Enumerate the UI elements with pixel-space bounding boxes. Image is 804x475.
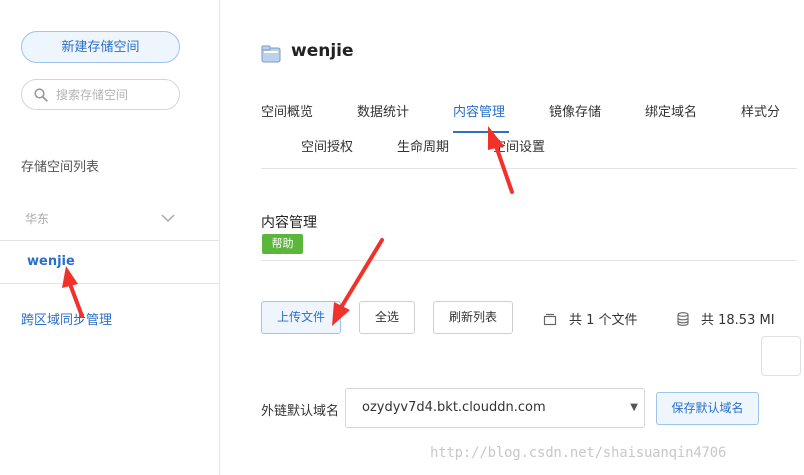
active-tab-indicator xyxy=(453,131,509,133)
tab-lifecycle[interactable]: 生命周期 xyxy=(397,136,449,155)
refresh-list-button[interactable]: 刷新列表 xyxy=(433,301,513,334)
database-icon xyxy=(677,311,689,326)
new-bucket-button[interactable]: 新建存储空间 xyxy=(21,31,180,63)
file-count-stat: 共 1 个文件 xyxy=(543,309,638,328)
tab-bind-domain[interactable]: 绑定域名 xyxy=(645,101,697,120)
tab-styles[interactable]: 样式分 xyxy=(741,101,780,120)
tabs-row-1: 空间概览 数据统计 内容管理 镜像存储 绑定域名 样式分 xyxy=(221,101,804,131)
bucket-item-wenjie[interactable]: wenjie xyxy=(0,242,220,284)
help-badge[interactable]: 帮助 xyxy=(262,234,303,254)
default-domain-select[interactable]: ozydyv7d4.bkt.clouddn.com ▼ xyxy=(345,388,645,428)
default-domain-label: 外链默认域名 xyxy=(261,404,340,419)
upload-file-button[interactable]: 上传文件 xyxy=(261,301,341,334)
bucket-list-title: 存储空间列表 xyxy=(21,160,100,175)
save-default-domain-button[interactable]: 保存默认域名 xyxy=(656,392,759,425)
sidebar: 新建存储空间 存储空间列表 华东 wenjie 跨区域同步管理 xyxy=(0,0,220,475)
bucket-folder-icon xyxy=(261,45,281,63)
files-stack-icon xyxy=(543,313,557,325)
select-all-button[interactable]: 全选 xyxy=(359,301,415,334)
tabs-divider xyxy=(261,168,797,169)
main-panel: wenjie 空间概览 数据统计 内容管理 镜像存储 绑定域名 样式分 空间授权… xyxy=(221,0,804,475)
caret-down-icon: ▼ xyxy=(630,402,638,413)
bucket-search-input[interactable] xyxy=(54,86,173,103)
total-size-stat: 共 18.53 MI xyxy=(677,309,775,328)
watermark: http://blog.csdn.net/shaisuanqin4706 xyxy=(430,445,727,461)
total-size-text: 共 18.53 MI xyxy=(701,313,775,328)
tab-bucket-settings[interactable]: 空间设置 xyxy=(493,136,545,155)
toolbar-overflow-control[interactable] xyxy=(761,336,801,376)
region-group-east-china[interactable]: 华东 xyxy=(0,201,220,241)
bucket-item-label: wenjie xyxy=(27,254,75,269)
section-title: 内容管理 xyxy=(261,215,317,231)
bucket-search[interactable] xyxy=(21,79,180,110)
file-count-text: 共 1 个文件 xyxy=(569,313,638,328)
tabs-row-2: 空间授权 生命周期 空间设置 xyxy=(221,136,804,162)
default-domain-value: ozydyv7d4.bkt.clouddn.com xyxy=(362,400,546,415)
search-icon xyxy=(34,87,48,102)
tab-authorization[interactable]: 空间授权 xyxy=(301,136,353,155)
tab-statistics[interactable]: 数据统计 xyxy=(357,101,409,120)
chevron-down-icon[interactable] xyxy=(160,213,176,223)
page-title: wenjie xyxy=(291,41,354,61)
section-divider xyxy=(261,260,797,261)
cross-region-sync-link[interactable]: 跨区域同步管理 xyxy=(21,309,112,328)
tab-overview[interactable]: 空间概览 xyxy=(261,101,313,120)
tab-content-management[interactable]: 内容管理 xyxy=(453,101,505,120)
tab-mirror-storage[interactable]: 镜像存储 xyxy=(549,101,601,120)
region-label: 华东 xyxy=(25,212,50,226)
